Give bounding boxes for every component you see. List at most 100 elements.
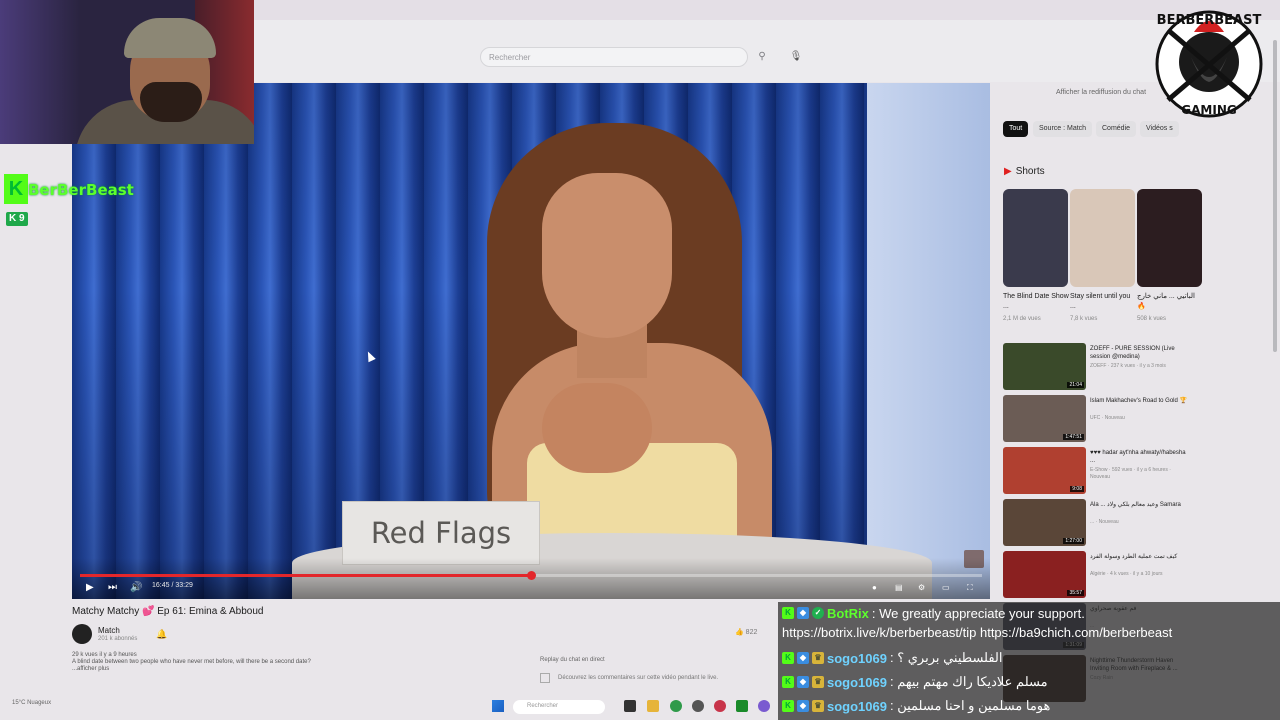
views-line: 29 k vues il y a 9 heures [72, 652, 137, 658]
description-box[interactable]: 29 k vues il y a 9 heures A blind date b… [72, 652, 542, 692]
logo-top-text: BERBERBEAST [1157, 13, 1262, 28]
show-more-link[interactable]: ...afficher plus [72, 666, 542, 673]
crown-badge-icon: ♛ [812, 676, 824, 688]
webcam-overlay [0, 0, 254, 144]
chat-replay-heading: Replay du chat en direct [540, 657, 605, 663]
video-name-card: Red Flags [342, 501, 540, 565]
settings-icon[interactable]: ⚙ [918, 581, 925, 595]
recommended-thumbnail[interactable]: 1:47:51 [1003, 395, 1086, 442]
short-thumbnail[interactable] [1137, 189, 1202, 287]
search-input[interactable]: Rechercher [480, 47, 748, 67]
moderator-badge-icon: ◆ [797, 700, 809, 712]
screen: Rechercher ⚲ 🎙 Red Flags ▶ ⏭ 🔊 16:45 / 3… [0, 0, 1280, 720]
obs-icon[interactable] [692, 700, 704, 712]
chat-replay-description: Découvrez les commentaires sur cette vid… [558, 675, 719, 681]
like-button[interactable]: 👍 822 [735, 628, 757, 636]
recommended-title[interactable]: كيف تمت عملية الطرد وسولة الفرد [1090, 553, 1190, 561]
time-display: 16:45 / 33:29 [152, 582, 193, 589]
sidebar-scrollbar[interactable] [1273, 40, 1277, 352]
short-thumbnail[interactable] [1070, 189, 1135, 287]
chat-message: K ◆ ♛ sogo1069 : الفلسطيني بربري ؟ [782, 648, 1003, 668]
recommended-thumbnail[interactable]: 9:08 [1003, 447, 1086, 494]
search-icon[interactable]: ⚲ [752, 47, 772, 67]
video-duration: 1:27:00 [1063, 538, 1084, 544]
play-icon[interactable]: ▶ [86, 581, 94, 595]
next-icon[interactable]: ⏭ [108, 581, 117, 595]
autoplay-icon[interactable]: ● [872, 581, 877, 595]
progress-scrubber[interactable] [527, 571, 536, 580]
start-menu-icon[interactable] [492, 700, 504, 712]
webcam-background-light [0, 0, 80, 144]
channel-avatar[interactable] [72, 624, 92, 644]
chat-text: : هوما مسلمين و احنا مسلمين [889, 698, 1051, 713]
show-chat-replay-button[interactable]: Afficher la rediffusion du chat [1056, 89, 1146, 96]
recommended-meta: UFC · Nouveau [1090, 415, 1125, 421]
recommended-title[interactable]: ZOEFF - PURE SESSION (Live session @medi… [1090, 345, 1190, 361]
kick-badge-icon: K [782, 700, 794, 712]
video-duration: 9:08 [1070, 486, 1084, 492]
kick-badge-icon: K [782, 652, 794, 664]
shorts-icon: ▶ [1004, 166, 1012, 177]
volume-icon[interactable]: 🔊 [130, 581, 142, 595]
video-frame-wall [867, 83, 990, 599]
berberbeast-gaming-logo: BERBERBEAST GAMING [1155, 10, 1263, 118]
moderator-badge-icon: ◆ [797, 676, 809, 688]
recommended-title[interactable]: Islam Makhachev's Road to Gold 🏆 [1090, 397, 1190, 405]
video-frame-person-hands [542, 383, 652, 473]
microphone-icon[interactable]: 🎙 [788, 49, 804, 65]
discord-icon[interactable] [758, 700, 770, 712]
channel-name[interactable]: Match [98, 626, 120, 635]
crown-badge-icon: ♛ [812, 700, 824, 712]
file-explorer-icon[interactable] [647, 700, 659, 712]
recommended-title[interactable]: ♥♥♥ hadar ayt'nha ahwaty//habesha ... [1090, 449, 1190, 465]
kick-logo-icon: K [4, 174, 28, 204]
chat-username: sogo1069 [827, 674, 887, 690]
bot-badge-icon: ◆ [797, 607, 809, 619]
recommended-title[interactable]: Ala ... وعيد معالم بلكي ولاد Samara [1090, 501, 1190, 509]
viewer-count-badge: K 9 [6, 212, 28, 226]
kick-app-icon[interactable] [736, 700, 748, 712]
video-player[interactable]: Red Flags ▶ ⏭ 🔊 16:45 / 33:29 ● ▤ ⚙ ▭ ⛶ [72, 83, 990, 599]
chat-username: sogo1069 [827, 650, 887, 666]
fullscreen-icon[interactable]: ⛶ [967, 581, 973, 595]
video-title: Matchy Matchy 💕 Ep 61: Emina & Abboud [72, 606, 264, 617]
webcam-person-beard [140, 82, 202, 122]
chip-comedy[interactable]: Comédie [1096, 121, 1137, 137]
app-icon[interactable] [714, 700, 726, 712]
chip-all[interactable]: Tout [1003, 121, 1029, 137]
kick-small-icon: K [9, 213, 17, 224]
like-count: 822 [745, 629, 758, 636]
short-title[interactable]: The Blind Date Show ... [1003, 292, 1069, 312]
recommended-meta: ... · Nouveau [1090, 519, 1119, 525]
short-title[interactable]: Stay silent until you ... [1070, 292, 1136, 312]
theater-mode-icon[interactable]: ▭ [942, 581, 950, 595]
short-views: 508 k vues [1137, 316, 1167, 322]
short-thumbnail[interactable] [1003, 189, 1068, 287]
kick-badge-icon: K [782, 607, 794, 619]
chip-videos[interactable]: Vidéos s [1140, 121, 1179, 137]
subtitles-icon[interactable]: ▤ [895, 581, 903, 595]
task-view-icon[interactable] [624, 700, 636, 712]
recommended-thumbnail[interactable]: 35:57 [1003, 551, 1086, 598]
chat-message: K ◆ ♛ sogo1069 : هوما مسلمين و احنا مسلم… [782, 696, 1050, 716]
verified-badge-icon: ✓ [812, 607, 824, 619]
notification-bell-icon[interactable]: 🔔 [156, 629, 167, 640]
recommended-thumbnail[interactable]: 1:27:00 [1003, 499, 1086, 546]
chat-replay-icon [540, 673, 550, 683]
shorts-header: ▶ Shorts [1004, 166, 1045, 177]
weather-widget[interactable]: 15°C Nuageux [12, 700, 51, 706]
recommended-meta: Algérie · 4 k vues · il y a 10 jours [1090, 571, 1163, 577]
progress-bar[interactable] [80, 571, 982, 580]
chat-text: : مسلم علاديكا راك مهتم بيهم [889, 674, 1048, 689]
kick-channel-name: BerBerBeast [28, 181, 134, 199]
short-views: 7,8 k vues [1070, 316, 1098, 322]
short-title[interactable]: الباتيي ... ماني خارج 🔥 [1137, 292, 1203, 312]
chat-text: : We greatly appreciate your support. [871, 605, 1085, 621]
taskbar-search[interactable]: Rechercher [513, 700, 605, 714]
chat-message: K ◆ ✓ BotRix : We greatly appreciate you… [782, 603, 1085, 623]
chip-source-match[interactable]: Source : Match [1033, 121, 1093, 137]
moderator-badge-icon: ◆ [797, 652, 809, 664]
chrome-icon[interactable] [670, 700, 682, 712]
recommended-thumbnail[interactable]: 21:04 [1003, 343, 1086, 390]
chat-text-continuation: https://botrix.live/k/berberbeast/tip ht… [782, 625, 1173, 640]
